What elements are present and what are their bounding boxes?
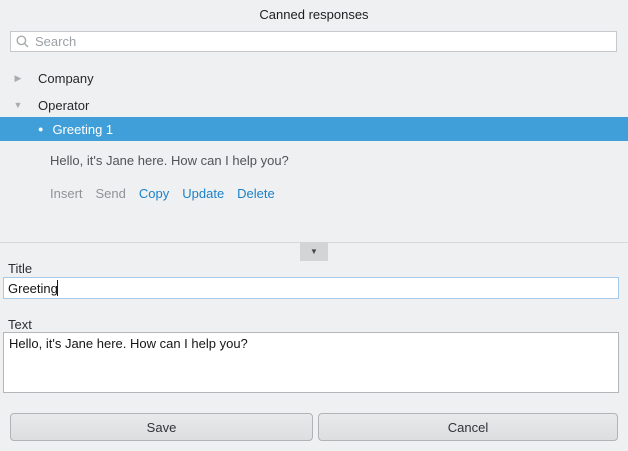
tree-group-label: Operator xyxy=(38,98,89,113)
save-button[interactable]: Save xyxy=(10,413,313,441)
text-textarea[interactable]: Hello, it's Jane here. How can I help yo… xyxy=(3,332,619,393)
tree-group-company[interactable]: ▶ Company xyxy=(0,68,628,88)
tree-group-operator[interactable]: ▼ Operator xyxy=(0,95,628,115)
chevron-down-icon[interactable]: ▼ xyxy=(11,100,25,110)
tree-item-greeting-1[interactable]: ● Greeting 1 xyxy=(0,117,628,141)
response-actions: Insert Send Copy Update Delete xyxy=(50,186,275,201)
page-title: Canned responses xyxy=(0,7,628,22)
tree-group-label: Company xyxy=(38,71,94,86)
chevron-right-icon[interactable]: ▶ xyxy=(11,73,25,84)
update-button[interactable]: Update xyxy=(182,186,224,201)
bullet-icon: ● xyxy=(38,124,43,134)
triangle-down-icon: ▼ xyxy=(310,247,318,256)
search-box[interactable] xyxy=(10,31,617,52)
response-preview-text: Hello, it's Jane here. How can I help yo… xyxy=(50,153,289,168)
search-input[interactable] xyxy=(35,33,616,50)
send-button: Send xyxy=(96,186,126,201)
collapse-editor-button[interactable]: ▼ xyxy=(300,242,328,261)
search-icon xyxy=(16,35,29,48)
text-label: Text xyxy=(8,317,32,332)
text-caret xyxy=(57,280,58,296)
insert-button: Insert xyxy=(50,186,83,201)
cancel-button[interactable]: Cancel xyxy=(318,413,618,441)
title-input[interactable] xyxy=(3,277,619,299)
title-label: Title xyxy=(8,261,32,276)
delete-button[interactable]: Delete xyxy=(237,186,275,201)
tree-item-label: Greeting 1 xyxy=(52,122,113,137)
canned-responses-panel: Canned responses ▶ Company ▼ Operator ● … xyxy=(0,0,628,451)
copy-button[interactable]: Copy xyxy=(139,186,169,201)
